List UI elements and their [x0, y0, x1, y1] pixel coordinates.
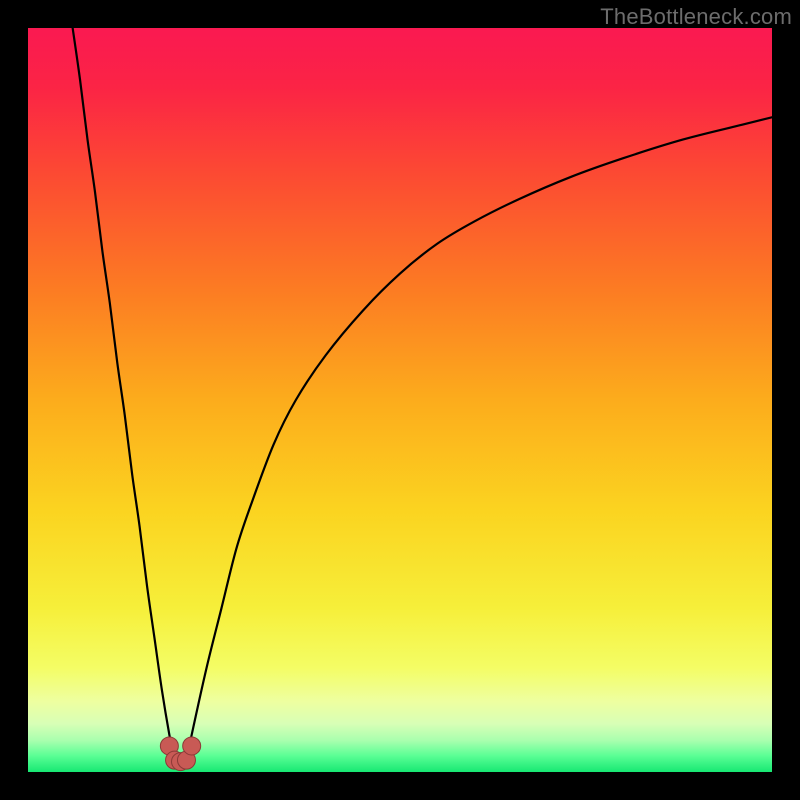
valley-marker	[183, 737, 201, 755]
plot-area	[28, 28, 772, 772]
watermark-label: TheBottleneck.com	[600, 4, 792, 30]
chart-frame: TheBottleneck.com	[0, 0, 800, 800]
gradient-background	[28, 28, 772, 772]
chart-svg	[28, 28, 772, 772]
